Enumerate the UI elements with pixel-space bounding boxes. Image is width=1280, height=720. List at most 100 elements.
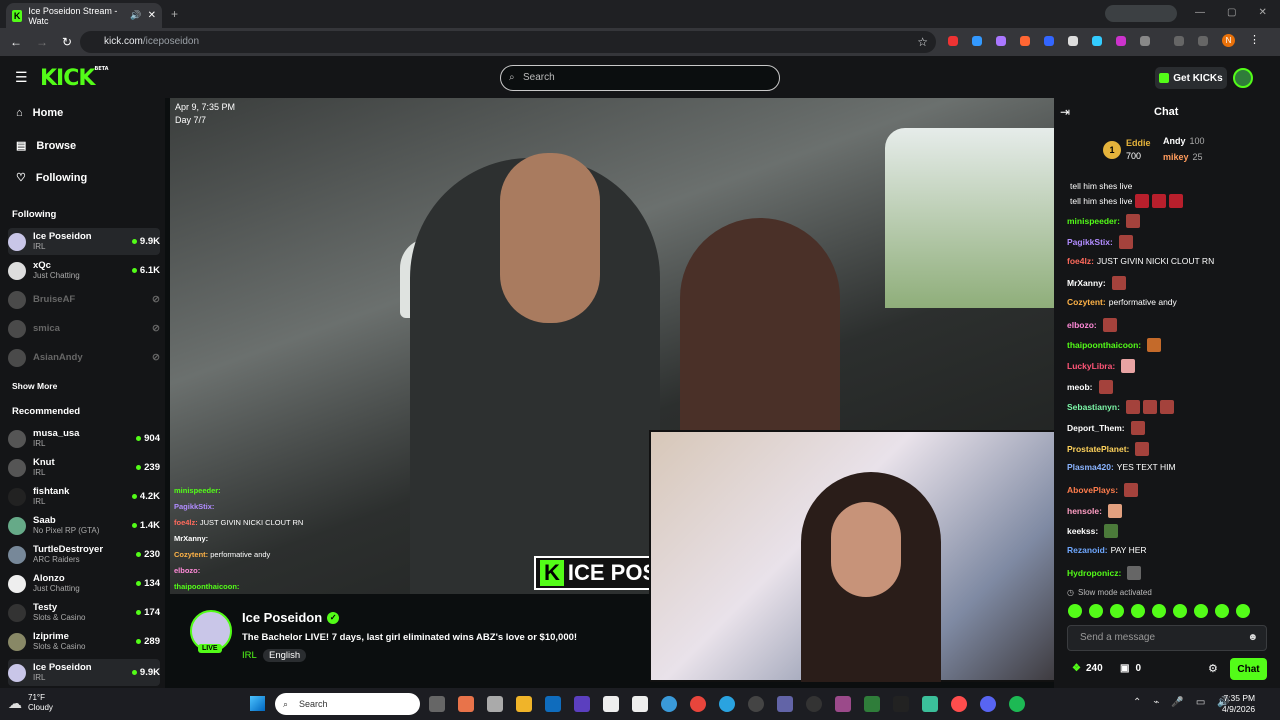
- gemini-button[interactable]: [1105, 5, 1177, 22]
- menu-kebab-icon[interactable]: ⋮: [1249, 33, 1260, 47]
- app-icon[interactable]: [864, 696, 880, 712]
- channel-points[interactable]: ❖ 240: [1072, 663, 1103, 674]
- browser-tab[interactable]: K Ice Poseidon Stream - Watc 🔊 ✕: [6, 3, 162, 28]
- sidepanel-icon[interactable]: [1174, 36, 1184, 46]
- copilot-icon[interactable]: [458, 696, 474, 712]
- sidebar-channel-iceposeidon[interactable]: Ice Poseidon IRL 9.9K: [8, 228, 160, 255]
- reload-icon[interactable]: ↻: [62, 35, 72, 49]
- chat-message-input[interactable]: Send a message ☻: [1067, 625, 1267, 651]
- quick-emote[interactable]: [1110, 604, 1124, 618]
- category-link[interactable]: IRL: [242, 650, 257, 661]
- start-button[interactable]: [250, 696, 265, 711]
- send-chat-button[interactable]: Chat: [1230, 658, 1267, 680]
- hamburger-menu-icon[interactable]: ☰: [15, 69, 28, 86]
- collapse-chat-icon[interactable]: ⇥: [1060, 105, 1070, 119]
- chevron-up-icon[interactable]: ⌃: [1133, 697, 1141, 708]
- system-tray[interactable]: ⌃ ⌁ 🎤 ▭ 🔊: [1133, 697, 1230, 708]
- extension-icon[interactable]: [1020, 36, 1030, 46]
- channel-title[interactable]: Ice Poseidon ✓: [242, 610, 340, 625]
- file-explorer-icon[interactable]: [516, 696, 532, 712]
- quick-emote[interactable]: [1236, 604, 1250, 618]
- quick-emote[interactable]: [1068, 604, 1082, 618]
- picture-in-picture-video[interactable]: [649, 430, 1059, 682]
- clock[interactable]: 7:35 PM 4/9/2026: [1222, 693, 1255, 715]
- discord-icon[interactable]: [980, 696, 996, 712]
- sidebar-channel-turtledestroyer[interactable]: TurtleDestroyer ARC Raiders 230: [8, 541, 160, 568]
- sidebar-channel-knut[interactable]: Knut IRL 239: [8, 454, 160, 481]
- sidebar-channel-iceposeidon-rec[interactable]: Ice Poseidon IRL 9.9K: [8, 659, 160, 686]
- kicks-balance[interactable]: ▣ 0: [1120, 663, 1141, 674]
- sidebar-channel-bruiseaf[interactable]: BruiseAF ⊘: [8, 286, 160, 313]
- nav-browse[interactable]: ▤ Browse: [16, 139, 76, 153]
- display-icon[interactable]: ▭: [1196, 697, 1205, 708]
- sidebar-channel-fishtank[interactable]: fishtank IRL 4.2K: [8, 483, 160, 510]
- edge-icon[interactable]: [661, 696, 677, 712]
- emoji-picker-icon[interactable]: ☻: [1247, 626, 1258, 650]
- back-icon[interactable]: ←: [10, 35, 22, 49]
- sidebar-channel-iziprime[interactable]: Iziprime Slots & Casino 289: [8, 628, 160, 655]
- extension-icon[interactable]: [972, 36, 982, 46]
- document-icon[interactable]: [603, 696, 619, 712]
- taskbar-search[interactable]: ⌕ Search: [275, 693, 420, 715]
- sidebar-channel-smica[interactable]: smica ⊘: [8, 315, 160, 342]
- extension-icon[interactable]: [996, 36, 1006, 46]
- sidebar-channel-xqc[interactable]: xQc Just Chatting 6.1K: [8, 257, 160, 284]
- sidebar-channel-alonzo[interactable]: Alonzo Just Chatting 134: [8, 570, 160, 597]
- quick-emote[interactable]: [1194, 604, 1208, 618]
- tab-audio-icon[interactable]: 🔊: [130, 10, 141, 21]
- quick-emote[interactable]: [1089, 604, 1103, 618]
- extension-icon[interactable]: [1068, 36, 1078, 46]
- profile-avatar[interactable]: N: [1222, 34, 1235, 47]
- app-icon[interactable]: [574, 696, 590, 712]
- maximize-icon[interactable]: ▢: [1227, 7, 1236, 18]
- 4k-video-icon[interactable]: [806, 696, 822, 712]
- telegram-icon[interactable]: [719, 696, 735, 712]
- user-avatar[interactable]: [1233, 68, 1253, 88]
- new-tab-button[interactable]: +: [171, 7, 178, 21]
- nav-home[interactable]: ⌂ Home: [16, 107, 63, 119]
- teams-icon[interactable]: [777, 696, 793, 712]
- chat-settings-icon[interactable]: ⚙: [1208, 662, 1218, 675]
- store-icon[interactable]: [487, 696, 503, 712]
- extension-icon[interactable]: [948, 36, 958, 46]
- search-input[interactable]: ⌕ Search: [500, 65, 780, 91]
- nav-following[interactable]: ♡ Following: [16, 171, 87, 185]
- sidebar-channel-asianandy[interactable]: AsianAndy ⊘: [8, 344, 160, 371]
- forward-icon[interactable]: →: [36, 35, 48, 49]
- spotify-icon[interactable]: [1009, 696, 1025, 712]
- show-more-link[interactable]: Show More: [12, 381, 57, 391]
- mic-icon[interactable]: 🎤: [1171, 697, 1183, 708]
- kick-logo[interactable]: KICKBETA: [40, 66, 109, 91]
- window-controls[interactable]: — ▢ ✕: [1195, 7, 1267, 18]
- sidebar-channel-saab[interactable]: Saab No Pixel RP (GTA) 1.4K: [8, 512, 160, 539]
- app-icon[interactable]: [835, 696, 851, 712]
- tab-close-icon[interactable]: ✕: [148, 10, 156, 21]
- sidebar-channel-testy[interactable]: Testy Slots & Casino 174: [8, 599, 160, 626]
- bookmark-star-icon[interactable]: ☆: [917, 31, 928, 53]
- quick-emote[interactable]: [1131, 604, 1145, 618]
- chrome-icon[interactable]: [690, 696, 706, 712]
- minimize-icon[interactable]: —: [1195, 7, 1205, 18]
- puzzle-icon[interactable]: [1140, 36, 1150, 46]
- task-view-icon[interactable]: [429, 696, 445, 712]
- document-icon[interactable]: [632, 696, 648, 712]
- extension-icon[interactable]: [1092, 36, 1102, 46]
- app-icon[interactable]: [922, 696, 938, 712]
- app-icon[interactable]: [951, 696, 967, 712]
- app-icon[interactable]: [748, 696, 764, 712]
- quick-emote[interactable]: [1173, 604, 1187, 618]
- get-kicks-button[interactable]: Get KICKs: [1155, 67, 1227, 89]
- sidebar-channel-musa[interactable]: musa_usa IRL 904: [8, 425, 160, 452]
- extension-icon[interactable]: [1044, 36, 1054, 46]
- app-icon[interactable]: [893, 696, 909, 712]
- close-window-icon[interactable]: ✕: [1258, 7, 1266, 18]
- quick-emote[interactable]: [1215, 604, 1229, 618]
- reading-list-icon[interactable]: [1198, 36, 1208, 46]
- outlook-icon[interactable]: [545, 696, 561, 712]
- language-tag[interactable]: English: [263, 649, 307, 662]
- address-bar[interactable]: kick.com/iceposeidon ☆: [80, 31, 936, 53]
- quick-emote[interactable]: [1152, 604, 1166, 618]
- network-icon[interactable]: ⌁: [1153, 697, 1159, 708]
- weather-widget[interactable]: ☁ 71°F Cloudy: [8, 693, 53, 713]
- extension-icon[interactable]: [1116, 36, 1126, 46]
